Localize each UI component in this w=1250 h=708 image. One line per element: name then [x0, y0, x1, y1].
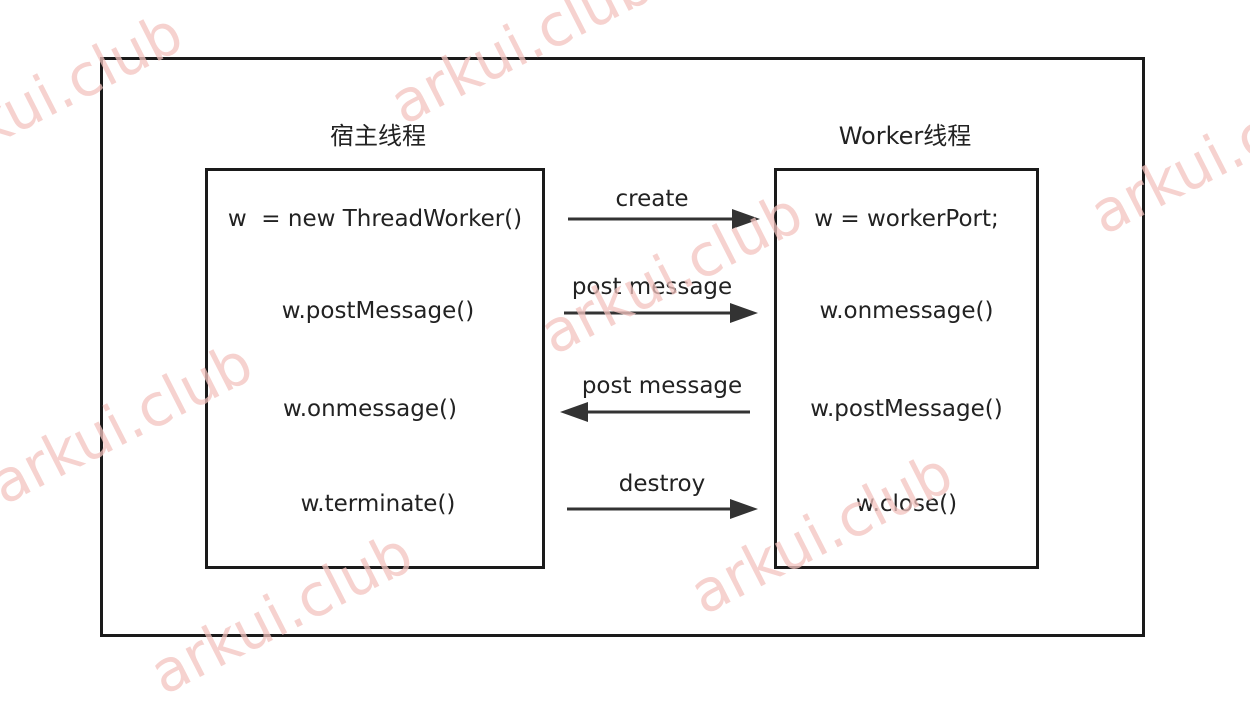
host-statement-terminate: w.terminate() [300, 491, 456, 517]
host-statement-postmessage: w.postMessage() [281, 298, 475, 324]
arrow-label-post-message-to-host: post message [581, 373, 743, 399]
arrow-label-destroy: destroy [618, 471, 706, 497]
worker-statement-postmessage: w.postMessage() [810, 396, 1003, 422]
arrow-label-post-message-to-worker: post message [571, 274, 733, 300]
worker-statement-close: w.close() [855, 491, 958, 517]
arrow-label-create: create [615, 186, 689, 212]
worker-statement-workerport: w = workerPort; [814, 206, 999, 232]
worker-thread-title: Worker线程 [838, 122, 972, 150]
host-statement-onmessage: w.onmessage() [283, 396, 457, 422]
host-statement-create: w = new ThreadWorker() [227, 206, 523, 232]
host-thread-title: 宿主线程 [330, 122, 426, 150]
worker-statement-onmessage: w.onmessage() [819, 298, 994, 324]
